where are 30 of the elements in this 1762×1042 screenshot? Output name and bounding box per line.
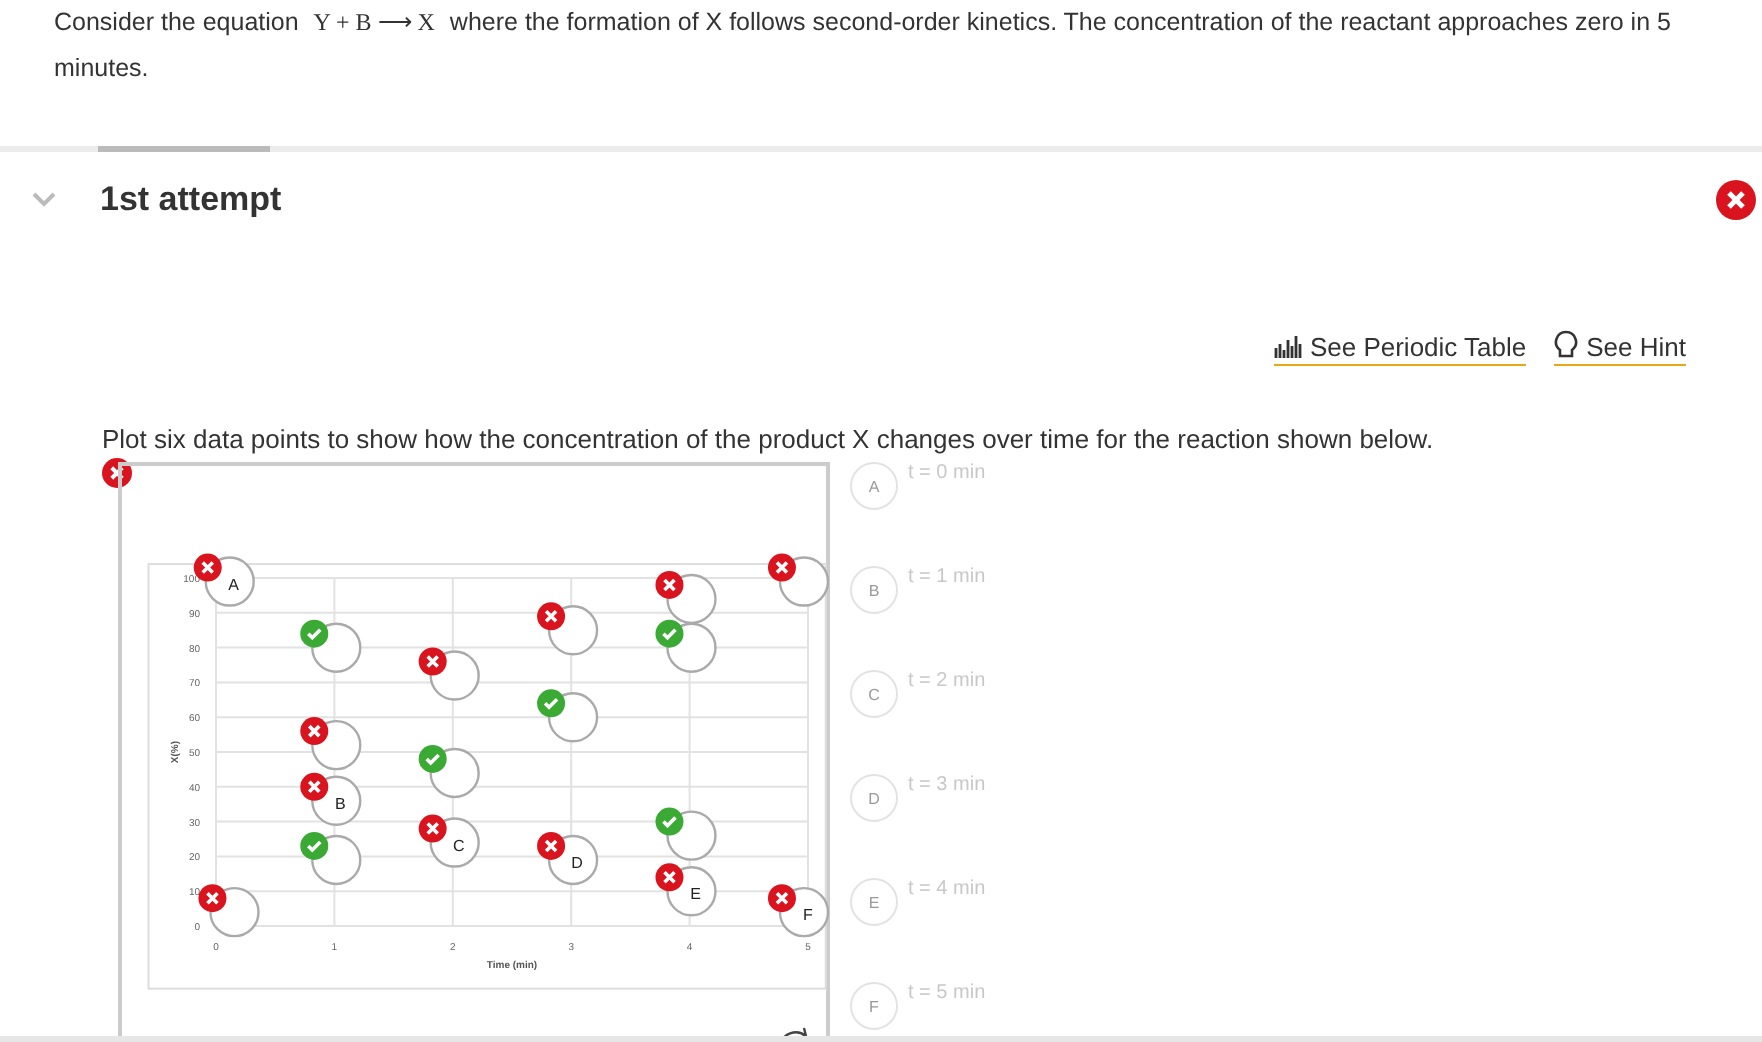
cross-icon — [198, 884, 227, 913]
cross-icon — [300, 717, 329, 746]
bar-chart-icon — [1273, 332, 1302, 358]
attempt-title: 1st attempt — [100, 179, 284, 219]
cross-icon — [655, 863, 684, 892]
check-icon — [655, 807, 684, 836]
check-icon — [655, 619, 684, 648]
hint-link[interactable]: See Hint — [1554, 328, 1686, 366]
check-icon — [300, 831, 329, 860]
point-label: B — [334, 794, 346, 813]
instruction-text: Plot six data points to show how the concentration of the product X changes over time for the reaction shown below. — [102, 422, 1434, 458]
point-label: A — [228, 575, 240, 594]
check-icon — [300, 619, 329, 648]
check-icon — [418, 744, 447, 773]
cross-icon — [300, 772, 329, 801]
point-label: E — [690, 885, 701, 904]
point-label: D — [571, 853, 583, 872]
cross-icon — [655, 570, 684, 599]
cross-icon — [767, 884, 796, 913]
redo-icon[interactable] — [778, 1026, 808, 1036]
cross-icon — [537, 831, 566, 860]
periodic-table-link[interactable]: See Periodic Table — [1273, 328, 1527, 366]
question-text: Consider the equation Y + B ⟶ X where the formation of X follows second-order kinetics. The concentration of the reactant approaches zero in 5 minutes. — [52, 6, 1673, 86]
point-label: F — [803, 906, 813, 925]
cross-icon — [537, 602, 566, 631]
cross-icon — [418, 814, 447, 843]
cross-icon — [418, 647, 447, 676]
lightbulb-icon — [1554, 330, 1579, 360]
check-icon — [537, 689, 566, 718]
point-label: C — [452, 836, 465, 855]
